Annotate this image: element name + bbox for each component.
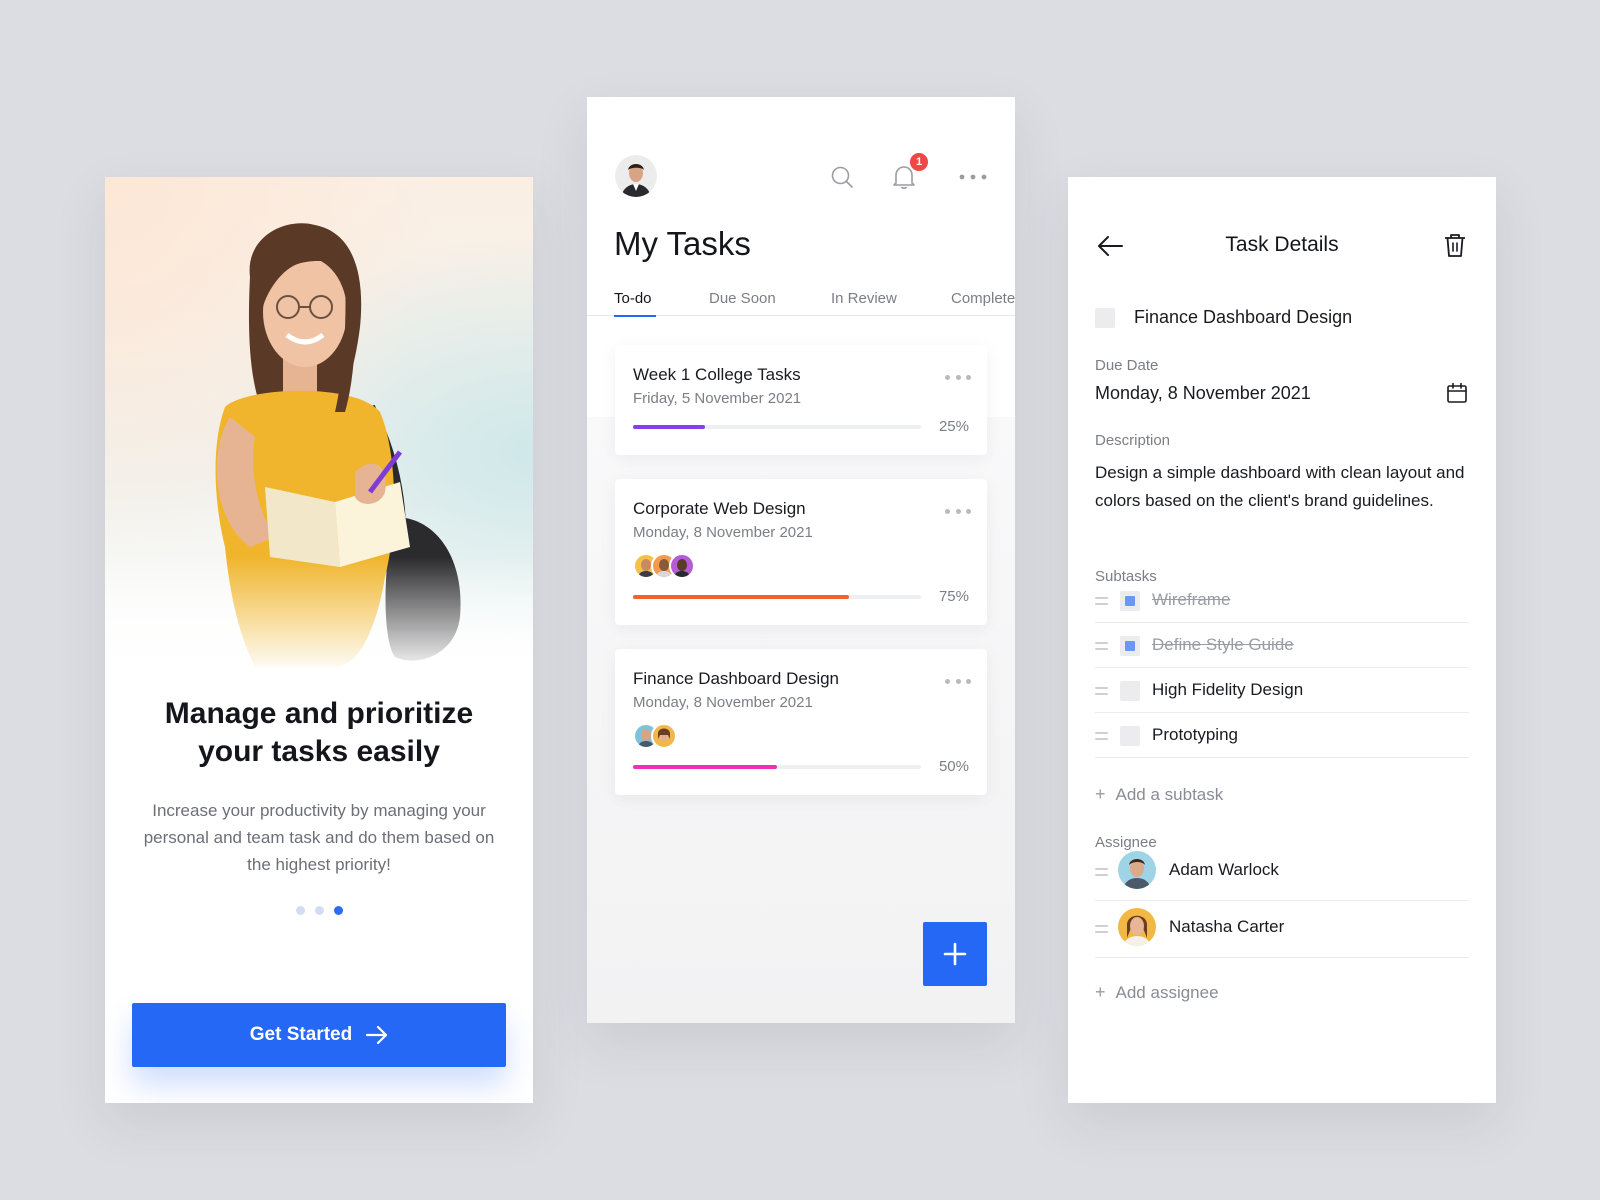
- plus-icon: +: [1095, 784, 1106, 804]
- add-task-button[interactable]: [923, 922, 987, 986]
- due-date-label: Due Date: [1095, 357, 1159, 374]
- assignee-row[interactable]: Natasha Carter: [1095, 901, 1469, 958]
- avatar: [651, 723, 677, 749]
- add-assignee-link[interactable]: + Add assignee: [1095, 982, 1219, 1003]
- subtask-row[interactable]: Wireframe: [1095, 578, 1469, 623]
- task-card[interactable]: Corporate Web Design Monday, 8 November …: [615, 479, 987, 625]
- add-assignee-label: Add assignee: [1115, 982, 1219, 1002]
- subtask-row[interactable]: High Fidelity Design: [1095, 668, 1469, 713]
- subtask-label: Prototyping: [1152, 725, 1238, 744]
- add-subtask-label: Add a subtask: [1115, 784, 1224, 804]
- subtask-label: High Fidelity Design: [1152, 680, 1304, 699]
- assignee-avatars: [633, 723, 677, 749]
- subtask-checkbox[interactable]: [1120, 591, 1140, 611]
- avatar: [1118, 851, 1156, 889]
- pagination-dots: [105, 906, 533, 915]
- subtask-checkbox[interactable]: [1120, 636, 1140, 656]
- drag-handle-icon[interactable]: [1095, 925, 1108, 933]
- avatar: [669, 553, 695, 579]
- subtask-label: Wireframe: [1152, 590, 1231, 609]
- task-card-date: Monday, 8 November 2021: [633, 694, 813, 711]
- tab-complete[interactable]: Complete: [951, 290, 1015, 307]
- due-date-value[interactable]: Monday, 8 November 2021: [1095, 383, 1311, 404]
- search-icon: [831, 166, 853, 188]
- avatar: [1118, 908, 1156, 946]
- task-card-title: Finance Dashboard Design: [633, 669, 840, 688]
- arrow-right-icon: [366, 1026, 388, 1044]
- plus-icon: +: [1095, 982, 1106, 1002]
- subtask-row[interactable]: Define Style Guide: [1095, 623, 1469, 668]
- progress-fill: [633, 595, 849, 599]
- plus-icon: [943, 942, 967, 966]
- progress-track: [633, 595, 921, 599]
- active-tab-indicator: [614, 315, 656, 317]
- my-tasks-screen: 1 My Tasks To-do Due Soon In Review Comp…: [587, 97, 1015, 1023]
- progress-fill: [633, 425, 705, 429]
- page-title: Task Details: [1225, 233, 1339, 256]
- task-complete-checkbox[interactable]: [1095, 308, 1115, 328]
- onboarding-screen: Manage and prioritize your tasks easily …: [105, 177, 533, 1103]
- calendar-icon[interactable]: [1446, 382, 1468, 404]
- description-text[interactable]: Design a simple dashboard with clean lay…: [1095, 459, 1465, 515]
- add-subtask-link[interactable]: + Add a subtask: [1095, 784, 1223, 805]
- progress-track: [633, 765, 921, 769]
- assignee-name: Adam Warlock: [1169, 860, 1279, 879]
- progress-fill: [633, 765, 777, 769]
- tab-to-do[interactable]: To-do: [614, 290, 652, 307]
- assignee-avatars: [633, 553, 695, 579]
- progress-percent: 50%: [938, 758, 969, 775]
- subtask-checkbox[interactable]: [1120, 681, 1140, 701]
- onboarding-title: Manage and prioritize your tasks easily: [125, 695, 513, 771]
- get-started-button[interactable]: Get Started: [132, 1003, 506, 1067]
- subtask-label: Define Style Guide: [1152, 635, 1294, 654]
- progress-percent: 25%: [938, 418, 969, 435]
- get-started-label: Get Started: [249, 1024, 353, 1045]
- task-card-title: Week 1 College Tasks: [633, 365, 801, 384]
- task-details-screen: Task Details Finance Dashboard Design Du…: [1068, 177, 1496, 1103]
- progress-percent: 75%: [938, 588, 969, 605]
- card-more-icon[interactable]: [945, 375, 971, 381]
- page-title: My Tasks: [614, 225, 751, 262]
- description-label: Description: [1095, 432, 1171, 449]
- tab-in-review[interactable]: In Review: [831, 290, 897, 307]
- subtask-checkbox[interactable]: [1120, 726, 1140, 746]
- task-card[interactable]: Week 1 College Tasks Friday, 5 November …: [615, 345, 987, 455]
- progress-track: [633, 425, 921, 429]
- subtask-row[interactable]: Prototyping: [1095, 713, 1469, 758]
- more-options-button[interactable]: [959, 163, 987, 191]
- card-more-icon[interactable]: [945, 679, 971, 685]
- task-card-title: Corporate Web Design: [633, 499, 806, 518]
- drag-handle-icon[interactable]: [1095, 868, 1108, 876]
- search-button[interactable]: [828, 163, 856, 191]
- pagination-dot-2[interactable]: [314, 906, 324, 915]
- user-avatar[interactable]: [615, 155, 657, 197]
- trash-icon[interactable]: [1441, 231, 1469, 259]
- title-line-2: your tasks easily: [198, 735, 440, 768]
- card-more-icon[interactable]: [945, 509, 971, 515]
- drag-handle-icon[interactable]: [1095, 732, 1108, 740]
- pagination-dot-3[interactable]: [333, 906, 343, 915]
- drag-handle-icon[interactable]: [1095, 687, 1108, 695]
- task-card-date: Monday, 8 November 2021: [633, 524, 813, 541]
- task-card-date: Friday, 5 November 2021: [633, 390, 802, 407]
- pagination-dot-1[interactable]: [295, 906, 305, 915]
- notification-badge: 1: [910, 153, 928, 171]
- task-card[interactable]: Finance Dashboard Design Monday, 8 Novem…: [615, 649, 987, 795]
- drag-handle-icon[interactable]: [1095, 642, 1108, 650]
- more-horizontal-icon: [959, 174, 987, 180]
- assignee-row[interactable]: Adam Warlock: [1095, 844, 1469, 901]
- task-name: Finance Dashboard Design: [1134, 307, 1353, 327]
- title-line-1: Manage and prioritize: [164, 697, 474, 730]
- onboarding-subtitle: Increase your productivity by managing y…: [143, 801, 495, 874]
- assignee-name: Natasha Carter: [1169, 917, 1285, 936]
- tab-due-soon[interactable]: Due Soon: [709, 290, 776, 307]
- drag-handle-icon[interactable]: [1095, 597, 1108, 605]
- task-tabs: To-do Due Soon In Review Complete: [587, 290, 1015, 316]
